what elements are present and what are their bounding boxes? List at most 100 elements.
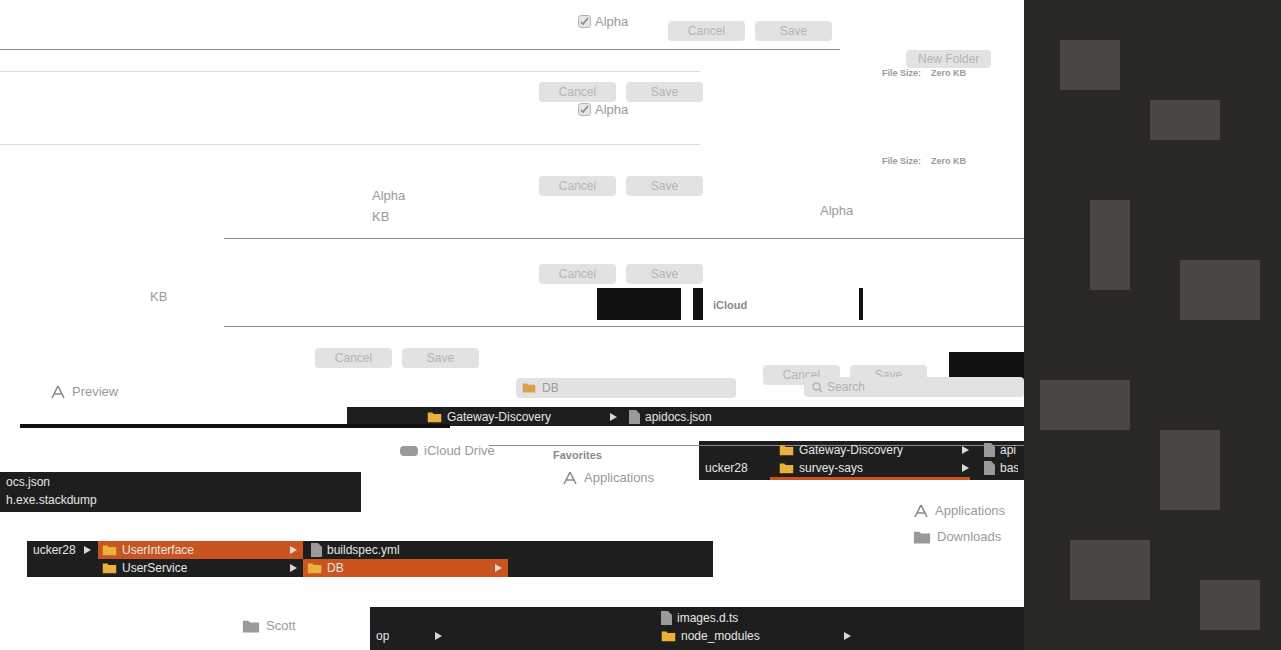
disclosure-arrow-icon: [495, 564, 502, 572]
cancel-button[interactable]: Cancel: [315, 348, 392, 368]
noise-panel: [1024, 0, 1281, 650]
noise-block: [1150, 100, 1220, 140]
new-folder-button[interactable]: New Folder: [906, 50, 991, 68]
file-icon: [661, 611, 672, 625]
glitch-band: [20, 424, 450, 428]
noise-block: [1040, 380, 1130, 430]
glitch-band: [0, 71, 700, 72]
dialog-buttons: Cancel Save: [539, 176, 703, 196]
screen: AlphaAlphaCancelSaveCancelSaveCancelSave…: [0, 0, 1281, 650]
save-button[interactable]: Save: [626, 264, 703, 284]
browser-item[interactable]: UserInterface: [98, 541, 303, 559]
file-icon: [311, 543, 322, 557]
file-size: File Size:Zero KB: [882, 155, 966, 169]
browser-item[interactable]: node_modules: [657, 627, 857, 645]
disclosure-arrow-icon: [844, 632, 851, 640]
glitch-band: [224, 326, 1024, 327]
noise-block: [1200, 580, 1260, 630]
cloud-icon: [400, 446, 418, 456]
file-icon: [984, 461, 995, 475]
disclosure-arrow-icon: [610, 413, 617, 421]
search-icon: [812, 382, 823, 393]
folder-icon: [102, 544, 117, 556]
save-button[interactable]: Save: [755, 21, 832, 41]
disclosure-arrow-icon: [962, 464, 969, 472]
browser-item[interactable]: UserService: [98, 559, 303, 577]
applications-icon: [562, 471, 578, 485]
cancel-button[interactable]: Cancel: [539, 264, 616, 284]
check-icon: [580, 17, 589, 26]
check-icon: [580, 105, 589, 114]
glitch-band: [0, 144, 700, 145]
dialog-buttons: Cancel Save: [539, 82, 703, 102]
sidebar-item[interactable]: Scott: [242, 616, 296, 636]
save-button[interactable]: Save: [626, 176, 703, 196]
alpha-checkbox[interactable]: Alpha: [578, 12, 628, 32]
browser-item[interactable]: images.d.ts: [657, 609, 857, 627]
browser-item[interactable]: Gateway-Discovery: [775, 441, 975, 459]
sidebar-item[interactable]: Applications: [562, 468, 654, 488]
file-icon: [629, 410, 640, 424]
browser-item[interactable]: DB: [303, 559, 508, 577]
browser-item[interactable]: buildspec.yml: [307, 541, 507, 559]
glitch-band: [489, 445, 1024, 446]
dialog-buttons: Cancel Save: [668, 21, 832, 41]
folder-icon: [307, 562, 322, 574]
folder-icon: [779, 444, 794, 456]
dialog-buttons: Cancel Save: [315, 348, 479, 368]
search-field[interactable]: Search: [804, 377, 1024, 397]
sidebar-item[interactable]: Applications: [913, 501, 1005, 521]
dialog-buttons: Cancel Save: [539, 264, 703, 284]
location-popup[interactable]: DB: [516, 378, 736, 398]
noise-block: [1070, 540, 1150, 600]
disclosure-arrow-icon: [84, 546, 91, 554]
cancel-button[interactable]: Cancel: [668, 21, 745, 41]
checkbox-box[interactable]: [578, 103, 591, 116]
sidebar-item[interactable]: Downloads: [913, 527, 1001, 547]
browser-item[interactable]: ocs.json: [2, 473, 152, 491]
browser-item[interactable]: op: [372, 627, 448, 645]
glitch-band: [693, 288, 703, 320]
sidebar-heading: Favorites: [553, 447, 602, 464]
glitch-band: [0, 49, 840, 50]
browser-item[interactable]: survey-says: [775, 459, 975, 477]
alpha-checkbox[interactable]: Alpha: [578, 100, 628, 120]
glitch-band: [859, 288, 863, 320]
save-button[interactable]: Save: [402, 348, 479, 368]
browser-item[interactable]: ucker28: [29, 541, 97, 559]
folder-icon: [661, 630, 676, 642]
noise-block: [1160, 430, 1220, 510]
sidebar-item[interactable]: iCloud Drive: [400, 441, 495, 461]
noise-block: [1060, 40, 1120, 90]
label: Alpha: [820, 201, 853, 221]
applications-icon: [913, 504, 929, 518]
browser-item[interactable]: bas: [980, 459, 1024, 477]
folder-icon: [242, 619, 260, 633]
folder-icon: [427, 411, 442, 423]
noise-block: [1180, 260, 1260, 320]
checkbox-box[interactable]: [578, 15, 591, 28]
browser-item[interactable]: Gateway-Discovery: [423, 408, 623, 426]
folder-icon: [102, 562, 117, 574]
folder-icon: [913, 530, 931, 544]
label: KB: [150, 287, 167, 307]
file-icon: [984, 443, 995, 457]
disclosure-arrow-icon: [962, 446, 969, 454]
glitch-band: [770, 477, 970, 480]
browser-item[interactable]: ucker28: [701, 459, 773, 477]
browser-item[interactable]: api: [980, 441, 1024, 459]
disclosure-arrow-icon: [290, 564, 297, 572]
sidebar-item[interactable]: Preview: [50, 382, 118, 402]
noise-block: [1090, 200, 1130, 290]
disclosure-arrow-icon: [290, 546, 297, 554]
cancel-button[interactable]: Cancel: [539, 82, 616, 102]
cancel-button[interactable]: Cancel: [539, 176, 616, 196]
label: KB: [372, 207, 389, 227]
folder-icon: [779, 462, 794, 474]
browser-item[interactable]: h.exe.stackdump: [2, 491, 202, 509]
save-button[interactable]: Save: [626, 82, 703, 102]
sidebar-heading: iCloud: [713, 297, 747, 314]
browser-item[interactable]: apidocs.json: [625, 408, 765, 426]
glitch-band: [597, 288, 681, 320]
glitch-band: [224, 238, 1024, 239]
